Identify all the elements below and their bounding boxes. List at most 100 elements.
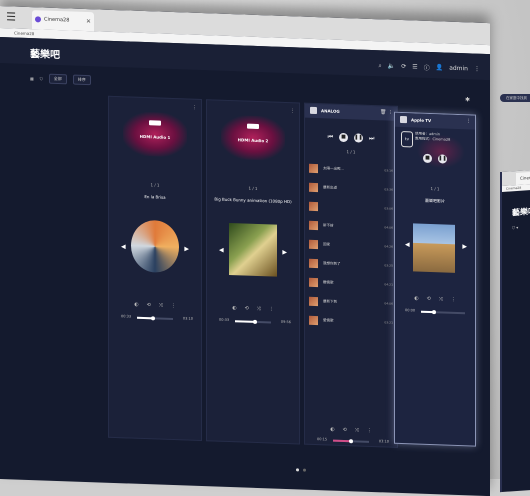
transport-controls: ■ ❚❚: [395, 153, 475, 165]
previous-icon[interactable]: ⏮: [328, 133, 333, 141]
more-icon[interactable]: ⋮: [290, 108, 295, 114]
more-vertical-icon[interactable]: ⋮: [466, 118, 471, 124]
track-duration: 04:21: [384, 282, 393, 287]
secondary-window: Cinema28 Cinema28 藝樂吧 ⛉ ▾: [500, 167, 530, 493]
filter-icon[interactable]: ⛉ ▾: [512, 225, 518, 230]
device-card-apple-tv[interactable]: Apple TV ⋮ tv 使用者：admin 應用程式：Cinema28 ■ …: [394, 111, 476, 447]
album-art: [229, 222, 277, 277]
browser-tab[interactable]: Cinema28 ✕: [32, 10, 94, 32]
repeat-icon[interactable]: ⟲: [343, 427, 347, 433]
playlist-item[interactable]: 聽情歌 04:21: [309, 276, 393, 294]
hdmi-logo-icon: [247, 123, 259, 130]
more-vertical-icon[interactable]: ⋮: [171, 303, 176, 309]
prev-arrow-icon[interactable]: ◀: [121, 243, 126, 250]
stop-icon[interactable]: ■: [339, 132, 348, 143]
more-icon[interactable]: ⋮: [192, 105, 197, 111]
device-card-analog[interactable]: ANALOG 🗑 ⋮ ⏮ ■ ❚❚ ⏭ 1 / 1 太陽一出照... 03:16 最…: [304, 102, 398, 448]
repeat-icon[interactable]: ⟲: [147, 302, 151, 308]
hdmi-artwork: HDMI Audio 2: [221, 114, 285, 161]
progress-bar[interactable]: [421, 309, 465, 314]
transport-controls: ⏮ ■ ❚❚ ⏭: [305, 132, 397, 144]
device-card-hdmi-2[interactable]: ⋮ HDMI Audio 2 1 / 1 Big Buck Bunny anim…: [206, 99, 300, 445]
shuffle-icon[interactable]: ⤨: [355, 427, 359, 433]
track-title: Big Buck Bunny animation (1080p HD): [214, 196, 292, 205]
more-vertical-icon[interactable]: ⋮: [451, 297, 456, 303]
progress-bar[interactable]: [235, 319, 271, 324]
progress-knob[interactable]: [252, 319, 257, 324]
more-vertical-icon[interactable]: ⋮: [388, 110, 393, 116]
playback-controls: ◐ ⟲ ⤨ ⋮: [207, 304, 299, 313]
shuffle-icon[interactable]: ⤨: [159, 303, 163, 309]
device-name: Apple TV: [411, 117, 432, 124]
prev-arrow-icon[interactable]: ◀: [405, 241, 410, 248]
progress-fill: [235, 320, 255, 323]
playlist-item[interactable]: 最新出道 03:36: [309, 181, 393, 199]
group-select[interactable]: 全部: [48, 73, 67, 85]
prev-arrow-icon[interactable]: ◀: [219, 247, 224, 254]
volume-icon[interactable]: ◐: [134, 302, 138, 308]
side-pill[interactable]: 在家庭中找到: [500, 94, 530, 102]
more-vertical-icon[interactable]: ⋮: [474, 66, 480, 73]
progress-bar[interactable]: [137, 315, 173, 320]
playlist-item[interactable]: 新不捨 04:06: [309, 219, 393, 237]
page-dot[interactable]: [303, 468, 306, 472]
device-card-hdmi-1[interactable]: ⋮ HDMI Audio 1 1 / 1 En la Brisa ◀ ▶ ◐ ⟲…: [108, 95, 202, 442]
track-thumbnail: [309, 182, 318, 193]
progress-knob[interactable]: [151, 315, 156, 320]
user-icon[interactable]: 👤: [436, 64, 443, 71]
track-name: 我想你到了: [323, 261, 341, 266]
album-art: [131, 219, 179, 274]
device-name: HDMI Audio 1: [139, 133, 171, 140]
card-header: Apple TV ⋮: [395, 112, 475, 130]
next-arrow-icon[interactable]: ▶: [462, 243, 467, 250]
volume-icon[interactable]: ◐: [232, 305, 236, 311]
track-count: 1 / 1: [150, 182, 160, 188]
shuffle-icon[interactable]: ⤨: [439, 296, 443, 302]
info-icon[interactable]: ⓘ: [424, 63, 430, 72]
more-vertical-icon[interactable]: ⋮: [367, 428, 372, 434]
progress-bar[interactable]: [333, 438, 369, 443]
volume-icon[interactable]: 🔈: [388, 63, 395, 70]
page-dot[interactable]: [296, 468, 299, 472]
stop-icon[interactable]: ■: [423, 153, 432, 164]
filter-icon[interactable]: ⛉: [40, 76, 43, 81]
playlist-item[interactable]: 回家 04:26: [309, 238, 393, 256]
repeat-icon[interactable]: ⟲: [245, 306, 249, 312]
volume-icon[interactable]: ◐: [330, 427, 334, 433]
card-actions: 🗑 ⋮: [380, 109, 393, 115]
bluetooth-icon[interactable]: ✱: [465, 96, 470, 103]
more-vertical-icon[interactable]: ⋮: [269, 306, 274, 312]
playlist-item[interactable]: 太陽一出照... 03:16: [309, 162, 393, 180]
track-thumbnail: [309, 220, 318, 231]
grid-view-icon[interactable]: ▦: [30, 76, 34, 81]
pause-icon[interactable]: ❚❚: [438, 154, 447, 164]
menu-icon[interactable]: ☰: [4, 10, 18, 24]
track-duration: 04:06: [384, 225, 393, 230]
track-title: 藝樂吧影片: [425, 197, 445, 204]
track-thumbnail: [309, 315, 318, 326]
page-title: 藝樂吧: [512, 206, 530, 218]
next-arrow-icon[interactable]: ▶: [282, 249, 287, 256]
playlist-item[interactable]: 愛情歌 03:21: [309, 314, 393, 332]
playlist-item[interactable]: 我想你到了 03:25: [309, 257, 393, 275]
progress-knob[interactable]: [349, 438, 353, 443]
playback-controls: ◐ ⟲ ⤨ ⋮: [305, 426, 397, 435]
sort-select[interactable]: 排序: [72, 74, 91, 86]
shuffle-icon[interactable]: ⤨: [257, 306, 261, 312]
browser-tab[interactable]: Cinema28: [516, 170, 530, 186]
search-icon[interactable]: ⌕: [378, 62, 381, 70]
delete-icon[interactable]: 🗑: [380, 109, 386, 115]
playlist-item[interactable]: 最新下到 04:06: [309, 295, 393, 313]
repeat-icon[interactable]: ⟲: [427, 296, 431, 302]
page-indicator: [296, 468, 306, 472]
close-icon[interactable]: ✕: [86, 12, 91, 31]
pause-icon[interactable]: ❚❚: [354, 133, 363, 143]
next-icon[interactable]: ⏭: [369, 134, 374, 142]
user-name[interactable]: admin: [449, 65, 468, 73]
next-arrow-icon[interactable]: ▶: [184, 245, 189, 252]
progress-knob[interactable]: [432, 309, 437, 314]
volume-icon[interactable]: ◐: [414, 295, 418, 301]
playlist-item[interactable]: 03:06: [309, 200, 393, 218]
database-icon[interactable]: ☰: [412, 63, 417, 70]
refresh-icon[interactable]: ⟳: [401, 63, 406, 70]
